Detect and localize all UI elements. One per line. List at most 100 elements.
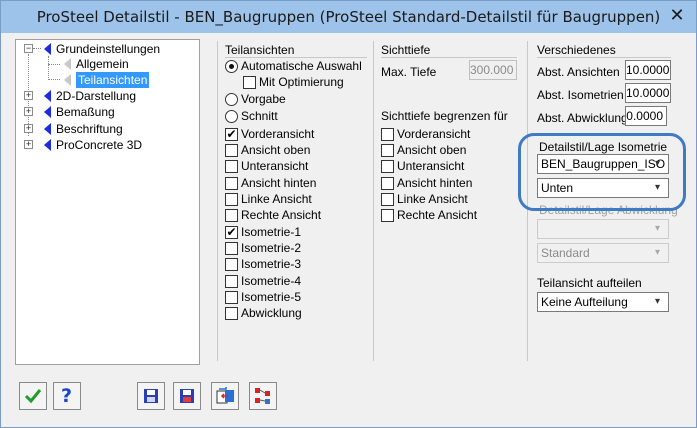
checkbox-label: Isometrie-4 [241, 274, 302, 288]
tree-item-teilansichten[interactable]: Teilansichten [22, 72, 192, 88]
tree-item-proconcrete-3d[interactable]: + ProConcrete 3D [22, 137, 192, 153]
navigation-tree[interactable]: − Grundeinstellungen Allgemein Teilansic… [15, 39, 200, 365]
chevron-down-icon: ▾ [655, 296, 661, 307]
checkbox-label: Unteransicht [241, 159, 309, 173]
checkbox-view[interactable] [225, 144, 238, 157]
checkbox-view[interactable] [225, 193, 238, 206]
checkbox-view[interactable] [225, 258, 238, 271]
checkbox-sichttiefe[interactable] [381, 160, 394, 173]
checkbox-label: Abwicklung [241, 306, 302, 320]
dropdown-value: Standard [541, 246, 590, 260]
expand-icon[interactable]: + [24, 140, 33, 149]
tree-item-label: Grundeinstellungen [56, 42, 161, 56]
group-title-sichttiefe: Sichttiefe [381, 43, 431, 57]
collapse-icon[interactable]: − [24, 44, 33, 53]
dropdown-value: Keine Aufteilung [541, 295, 628, 309]
group-title-verschiedenes: Verschiedenes [537, 43, 616, 57]
abst-ansichten-field[interactable]: 10.0000 [625, 60, 671, 80]
chevron-down-icon: ▾ [655, 223, 661, 234]
checkbox-sichttiefe[interactable] [381, 193, 394, 206]
help-icon: ? [61, 385, 73, 407]
group-separator [225, 57, 367, 58]
radio-label: Vorgabe [241, 92, 286, 106]
group-separator [217, 41, 218, 361]
radio-vorgabe[interactable] [225, 93, 238, 106]
checkbox-label: Vorderansicht [397, 127, 471, 141]
checkbox-label: Unteransicht [397, 159, 465, 173]
checkbox-label: Vorderansicht [241, 127, 315, 141]
dialog-window: ProSteel Detailstil - BEN_Baugruppen (Pr… [0, 0, 697, 428]
import-icon [216, 387, 234, 404]
abst-abwicklung-label: Abst. Abwicklung [537, 111, 628, 125]
tree-item-2d-darstellung[interactable]: + 2D-Darstellung [22, 88, 192, 104]
checkbox-label: Ansicht oben [397, 143, 467, 157]
checkbox-view[interactable] [225, 209, 238, 222]
checkbox-view[interactable] [225, 160, 238, 173]
save-as-button[interactable] [173, 382, 201, 410]
teilansicht-aufteilen-dropdown[interactable]: Keine Aufteilung ▾ [537, 292, 669, 312]
save-as-icon [180, 389, 194, 403]
expand-icon[interactable]: + [24, 124, 33, 133]
radio-label: Schnitt [241, 109, 278, 123]
radio-label: Automatische Auswahl [241, 59, 362, 73]
checkbox-label: Ansicht hinten [397, 176, 473, 190]
group-separator [373, 41, 374, 361]
checkbox-sichttiefe[interactable] [381, 177, 394, 190]
checkbox-label: Rechte Ansicht [397, 208, 478, 222]
checkmark-icon [24, 389, 42, 404]
expand-icon[interactable]: + [24, 107, 33, 116]
sichttiefe-begrenzen-label: Sichttiefe begrenzen für [381, 109, 508, 123]
abw-position-dropdown[interactable]: Standard ▾ [537, 243, 669, 263]
checkbox-view[interactable]: ✔ [225, 226, 238, 239]
tree-item-bemassung[interactable]: + Bemaßung [22, 104, 192, 120]
checkbox-label: Linke Ansicht [397, 192, 468, 206]
tree-item-beschriftung[interactable]: + Beschriftung [22, 121, 192, 137]
checkbox-label: Isometrie-2 [241, 241, 302, 255]
checkbox-view[interactable] [225, 307, 238, 320]
checkbox-view[interactable] [225, 177, 238, 190]
chevron-down-icon: ▾ [655, 247, 661, 258]
node-arrow-icon [64, 74, 71, 86]
tree-item-grundeinstellungen[interactable]: − Grundeinstellungen [22, 41, 192, 57]
checkbox-mit-optimierung[interactable] [243, 76, 256, 89]
teilansicht-aufteilen-label: Teilansicht aufteilen [537, 276, 642, 290]
node-arrow-icon [44, 43, 51, 55]
checkbox-view[interactable]: ✔ [225, 128, 238, 141]
close-button[interactable]: ✕ [664, 6, 690, 26]
node-arrow-icon [64, 58, 71, 70]
tree-item-label: ProConcrete 3D [56, 138, 143, 152]
checkbox-view[interactable] [225, 242, 238, 255]
checkbox-sichttiefe[interactable] [381, 209, 394, 222]
save-button[interactable] [137, 382, 165, 410]
checkbox-view[interactable] [225, 275, 238, 288]
import-button[interactable] [211, 382, 239, 410]
abst-isometrien-field[interactable]: 10.0000 [625, 83, 671, 103]
node-arrow-icon [44, 123, 51, 135]
expand-icon[interactable]: + [24, 91, 33, 100]
checkbox-sichttiefe[interactable] [381, 144, 394, 157]
node-arrow-icon [44, 90, 51, 102]
radio-schnitt[interactable] [225, 110, 238, 123]
group-separator [381, 57, 517, 58]
structure-button[interactable] [249, 382, 277, 410]
checkbox-label: Isometrie-5 [241, 290, 302, 304]
checkbox-label: Ansicht oben [241, 143, 311, 157]
max-tiefe-label: Max. Tiefe [381, 65, 437, 79]
title-bar[interactable]: ProSteel Detailstil - BEN_Baugruppen (Pr… [1, 1, 696, 33]
abw-style-dropdown[interactable]: ▾ [537, 219, 669, 239]
checkbox-view[interactable] [225, 291, 238, 304]
abst-ansichten-label: Abst. Ansichten [537, 65, 620, 79]
tree-item-label: Teilansichten [76, 72, 150, 88]
save-icon [144, 389, 158, 403]
max-tiefe-field[interactable]: 300.000 [469, 60, 517, 80]
radio-automatic[interactable] [225, 60, 238, 73]
help-button[interactable]: ? [53, 382, 81, 410]
checkbox-label: Rechte Ansicht [241, 208, 322, 222]
checkbox-sichttiefe[interactable] [381, 128, 394, 141]
group-separator [537, 57, 671, 58]
abst-abwicklung-field[interactable]: 0.0000 [625, 106, 667, 126]
tree-item-allgemein[interactable]: Allgemein [22, 56, 192, 72]
node-arrow-icon [44, 106, 51, 118]
checkbox-label: Isometrie-3 [241, 257, 302, 271]
ok-button[interactable] [19, 382, 47, 410]
